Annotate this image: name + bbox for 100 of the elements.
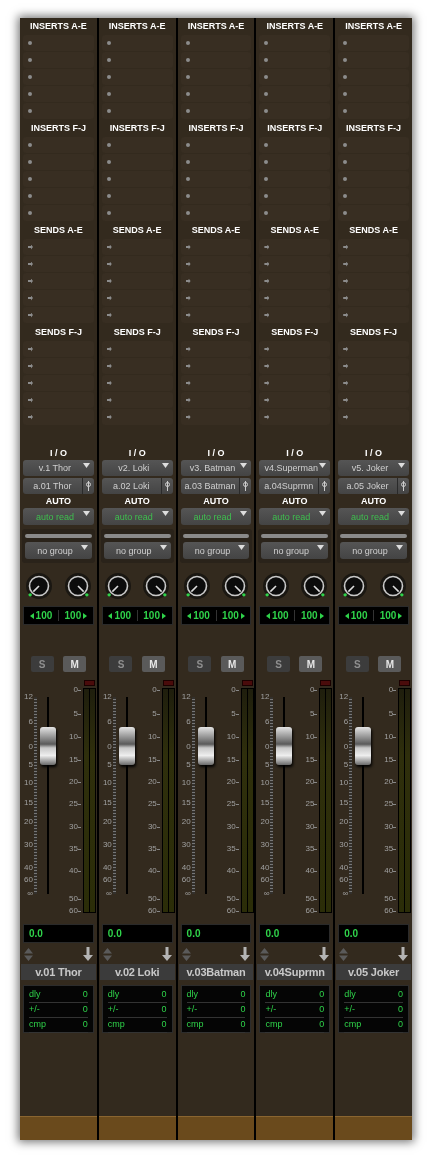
solo-button[interactable]: S — [267, 656, 291, 672]
input-selector[interactable]: a.01 Thor — [23, 478, 82, 494]
insert-slot[interactable] — [101, 69, 173, 85]
insert-slot[interactable] — [338, 52, 409, 68]
send-slot[interactable] — [180, 358, 252, 374]
output-selector[interactable]: v5. Joker — [338, 460, 409, 476]
up-down-icon[interactable] — [181, 947, 191, 961]
insert-slot[interactable] — [23, 205, 94, 221]
track-name[interactable]: v.03Batman — [178, 964, 254, 980]
output-selector[interactable]: v2. Loki — [101, 460, 173, 476]
send-slot[interactable] — [23, 273, 94, 289]
send-slot[interactable] — [101, 409, 173, 425]
send-slot[interactable] — [180, 409, 252, 425]
send-slot[interactable] — [338, 375, 409, 391]
automation-selector[interactable]: auto read — [101, 508, 173, 525]
input-selector[interactable]: a.04Suprmn — [259, 478, 319, 494]
send-slot[interactable] — [23, 409, 94, 425]
pan-knob[interactable] — [63, 572, 92, 600]
input-selector[interactable]: a.03 Batman — [180, 478, 240, 494]
volume-readout[interactable]: 0.0 — [180, 924, 252, 943]
insert-slot[interactable] — [338, 205, 409, 221]
pan-knob[interactable] — [378, 572, 407, 600]
fader-handle[interactable] — [276, 727, 293, 766]
insert-slot[interactable] — [101, 171, 173, 187]
insert-slot[interactable] — [101, 35, 173, 51]
send-slot[interactable] — [180, 239, 252, 255]
insert-slot[interactable] — [101, 188, 173, 204]
down-arrow-icon[interactable] — [319, 947, 330, 961]
pan-knob[interactable] — [340, 572, 369, 600]
insert-slot[interactable] — [180, 35, 252, 51]
insert-slot[interactable] — [101, 137, 173, 153]
solo-button[interactable]: S — [109, 656, 133, 672]
output-selector[interactable]: v.1 Thor — [23, 460, 94, 476]
send-slot[interactable] — [180, 375, 252, 391]
volume-readout[interactable]: 0.0 — [338, 924, 409, 943]
down-arrow-icon[interactable] — [161, 947, 172, 961]
input-monitor-button[interactable] — [397, 478, 409, 494]
send-slot[interactable] — [180, 307, 252, 323]
send-slot[interactable] — [259, 358, 331, 374]
send-slot[interactable] — [259, 375, 331, 391]
send-slot[interactable] — [259, 307, 331, 323]
send-slot[interactable] — [259, 290, 331, 306]
insert-slot[interactable] — [101, 154, 173, 170]
input-monitor-button[interactable] — [239, 478, 252, 494]
send-slot[interactable] — [23, 290, 94, 306]
up-down-icon[interactable] — [24, 947, 33, 961]
insert-slot[interactable] — [180, 171, 252, 187]
insert-slot[interactable] — [259, 52, 331, 68]
send-slot[interactable] — [101, 290, 173, 306]
insert-slot[interactable] — [259, 35, 331, 51]
pan-knob[interactable] — [104, 572, 132, 600]
send-slot[interactable] — [180, 392, 252, 408]
insert-slot[interactable] — [259, 137, 331, 153]
send-slot[interactable] — [101, 256, 173, 272]
track-name[interactable]: v.05 Joker — [336, 964, 411, 980]
send-slot[interactable] — [23, 239, 94, 255]
insert-slot[interactable] — [180, 205, 252, 221]
insert-slot[interactable] — [259, 188, 331, 204]
insert-slot[interactable] — [23, 137, 94, 153]
insert-slot[interactable] — [180, 86, 252, 102]
mute-button[interactable]: M — [220, 656, 244, 672]
send-slot[interactable] — [338, 358, 409, 374]
input-monitor-button[interactable] — [318, 478, 331, 494]
send-slot[interactable] — [23, 307, 94, 323]
fader-handle[interactable] — [197, 727, 214, 766]
down-arrow-icon[interactable] — [398, 947, 408, 961]
solo-button[interactable]: S — [345, 656, 369, 672]
send-slot[interactable] — [101, 392, 173, 408]
volume-readout[interactable]: 0.0 — [101, 924, 173, 943]
track-name[interactable]: v.04Suprmn — [257, 964, 333, 980]
insert-slot[interactable] — [23, 69, 94, 85]
pan-knob[interactable] — [299, 572, 328, 600]
send-slot[interactable] — [23, 256, 94, 272]
insert-slot[interactable] — [101, 205, 173, 221]
insert-slot[interactable] — [101, 52, 173, 68]
mute-button[interactable]: M — [378, 656, 402, 672]
insert-slot[interactable] — [259, 205, 331, 221]
mute-button[interactable]: M — [141, 656, 165, 672]
input-selector[interactable]: a.02 Loki — [101, 478, 161, 494]
solo-button[interactable]: S — [188, 656, 212, 672]
up-down-icon[interactable] — [102, 947, 112, 961]
send-slot[interactable] — [338, 239, 409, 255]
send-slot[interactable] — [180, 290, 252, 306]
send-slot[interactable] — [101, 375, 173, 391]
insert-slot[interactable] — [259, 103, 331, 119]
up-down-icon[interactable] — [260, 947, 270, 961]
send-slot[interactable] — [101, 239, 173, 255]
group-selector[interactable]: no group — [340, 542, 407, 559]
insert-slot[interactable] — [338, 86, 409, 102]
insert-slot[interactable] — [180, 154, 252, 170]
insert-slot[interactable] — [338, 154, 409, 170]
send-slot[interactable] — [101, 341, 173, 357]
volume-readout[interactable]: 0.0 — [23, 924, 94, 943]
group-selector[interactable]: no group — [182, 542, 250, 559]
send-slot[interactable] — [180, 256, 252, 272]
insert-slot[interactable] — [23, 188, 94, 204]
send-slot[interactable] — [259, 256, 331, 272]
mute-button[interactable]: M — [63, 656, 87, 672]
insert-slot[interactable] — [23, 52, 94, 68]
automation-selector[interactable]: auto read — [259, 508, 331, 525]
